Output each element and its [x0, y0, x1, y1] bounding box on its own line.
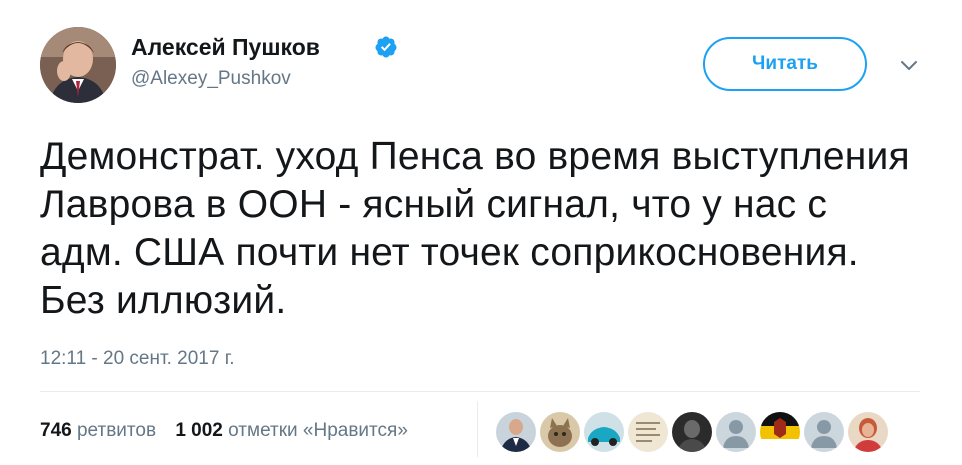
tweet-card: Алексей Пушков @Alexey_Pushkov Читать Де… [0, 0, 962, 465]
liker-avatar-cat[interactable] [538, 410, 582, 454]
tweet-text: Демонстрат. уход Пенса во время выступле… [40, 135, 910, 322]
liker-avatar-default-egg[interactable] [802, 410, 846, 454]
likes-stat[interactable]: 1 002 отметки «Нравится» [175, 420, 408, 441]
chevron-down-icon[interactable] [898, 58, 920, 74]
likes-label: отметки «Нравится» [228, 420, 408, 441]
likes-count: 1 002 [175, 420, 223, 441]
follow-button[interactable]: Читать [703, 37, 867, 91]
liker-avatar-default-egg[interactable] [714, 410, 758, 454]
author-name[interactable]: Алексей Пушков [131, 34, 320, 61]
retweets-stat[interactable]: 746 ретвитов [40, 420, 156, 441]
tweet-stats: 746 ретвитов 1 002 отметки «Нравится» [40, 420, 422, 442]
retweets-label: ретвитов [76, 420, 157, 441]
liker-avatar-dark-photo[interactable] [670, 410, 714, 454]
divider [40, 391, 920, 392]
liker-avatar-man-in-suit[interactable] [494, 410, 538, 454]
liker-avatar-document[interactable] [626, 410, 670, 454]
liker-avatar-woman[interactable] [846, 410, 890, 454]
author-avatar[interactable] [40, 27, 116, 103]
author-handle[interactable]: @Alexey_Pushkov [131, 68, 291, 90]
tweet-timestamp[interactable]: 12:11 - 20 сент. 2017 г. [40, 348, 235, 370]
retweets-count: 746 [40, 420, 72, 441]
verified-badge-icon [375, 36, 397, 58]
stats-separator [477, 401, 478, 457]
liker-avatar-flag-emblem[interactable] [758, 410, 802, 454]
liker-avatar-blue-car[interactable] [582, 410, 626, 454]
